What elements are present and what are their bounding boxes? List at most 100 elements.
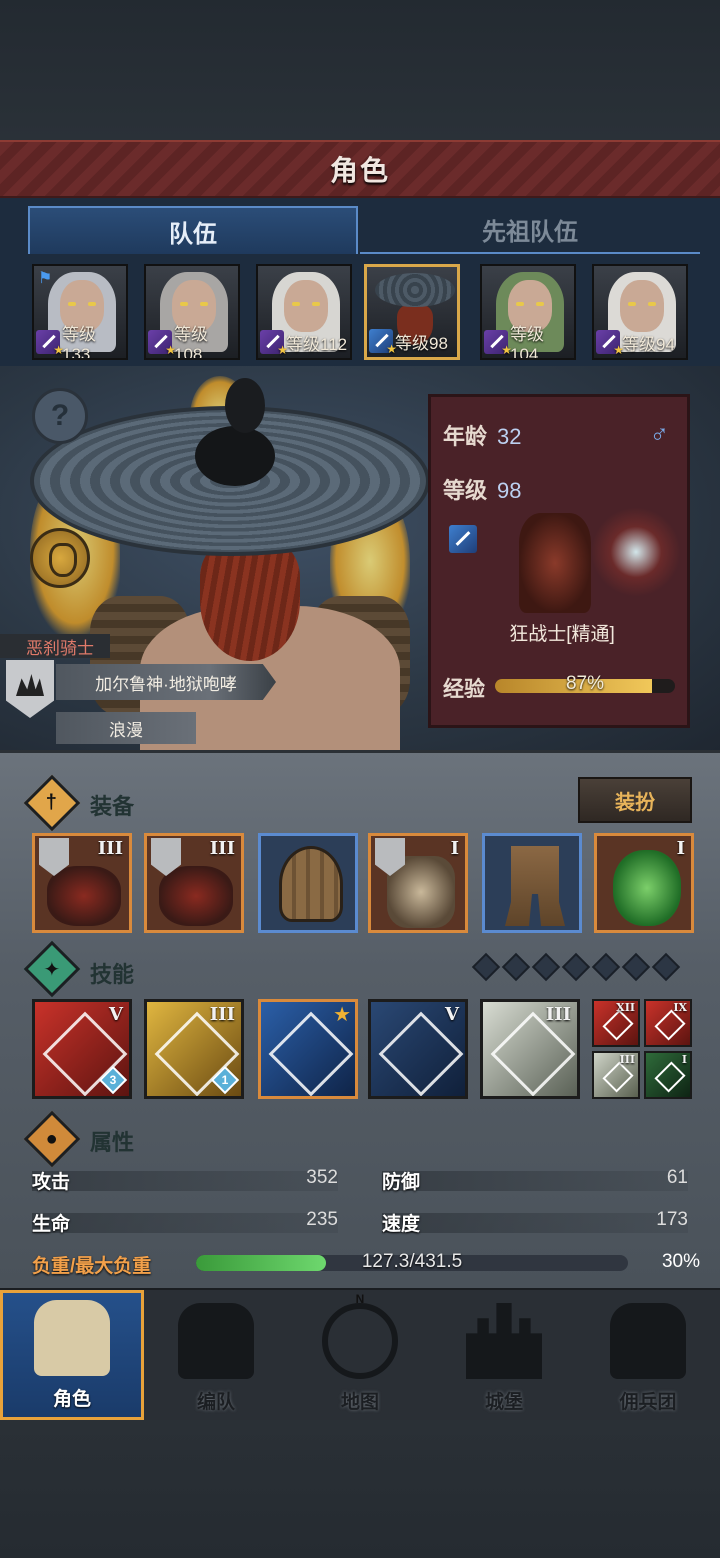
skill-slot-diamond (561, 952, 591, 982)
skill-tier: V (445, 1004, 459, 1025)
hero-card[interactable]: ★ 等级94 (592, 264, 688, 360)
passive-skill-icon (602, 1061, 634, 1093)
skill-tier: XII (616, 1001, 635, 1014)
dress-up-button[interactable]: 装扮 (578, 777, 692, 823)
class-weapon-glow (591, 507, 681, 597)
portrait-face (284, 280, 328, 332)
hero-title: 恶刹骑士 (0, 634, 110, 658)
skill-tier: III (619, 1053, 635, 1066)
mercenary-icon (610, 1303, 686, 1379)
nav-helmet[interactable]: 编队 (144, 1290, 288, 1420)
trait-secondary[interactable]: 浪漫 (56, 712, 196, 744)
hero-level: ★ 等级133 (36, 325, 124, 358)
attack-label: 攻击 (32, 1172, 71, 1193)
castle-icon (466, 1303, 542, 1379)
skills-title: 技能 (90, 962, 135, 987)
level-value: 98 (497, 478, 522, 503)
skill-slot[interactable]: III (480, 999, 580, 1099)
details-panel: † 装备 装扮 III III I I ✦ 技能 V 3 III 1 ★ V III XII IX II… (0, 750, 720, 1288)
hero-card[interactable]: ★ 等级104 (480, 264, 576, 360)
skill-slot-indicators (471, 952, 681, 982)
tab-bar: 队伍 先祖队伍 (0, 198, 720, 256)
age-value: 32 (497, 424, 522, 449)
skill-slot-diamond (651, 952, 681, 982)
passive-skill-icon (602, 1009, 634, 1041)
tab-party[interactable]: 队伍 (28, 206, 358, 254)
portrait-eye (516, 302, 524, 306)
tab-ancestor-party[interactable]: 先祖队伍 (360, 206, 700, 254)
compass-north-label: N (355, 1292, 365, 1306)
nav-label: 地图 (340, 1392, 379, 1413)
banner-emblem-icon[interactable] (6, 660, 54, 718)
star-icon: ★ (165, 343, 176, 357)
helm-icon (279, 846, 343, 922)
portrait-eye (292, 302, 300, 306)
hero-level: ★ 等级94 (596, 328, 684, 357)
equipment-slot-weapon[interactable]: III (144, 833, 244, 933)
skill-slot[interactable]: ★ (258, 999, 358, 1099)
star-icon: ★ (333, 1004, 351, 1026)
speed-label: 速度 (382, 1214, 421, 1235)
attributes-section-icon: ● (23, 1110, 81, 1168)
equipment-section-icon: † (23, 774, 81, 832)
passive-skill-slot[interactable]: IX (644, 999, 692, 1047)
hero-level-text: 等级98 (395, 333, 448, 353)
hero-level: ★ 等级104 (484, 325, 572, 358)
skill-slot-diamond (591, 952, 621, 982)
equipment-slot-helm[interactable] (258, 833, 358, 933)
portrait-face (620, 280, 664, 332)
equipment-slot-armor[interactable]: I (368, 833, 468, 933)
portrait-eye (68, 302, 76, 306)
defense-label: 防御 (382, 1172, 421, 1193)
skill-slot[interactable]: V (368, 999, 468, 1099)
star-icon: ★ (53, 343, 64, 357)
passive-skill-slot[interactable]: XII (592, 999, 640, 1047)
hero-card[interactable]: ★ 等级108 (144, 264, 240, 360)
skill-slot[interactable]: III 1 (144, 999, 244, 1099)
hero-beard (200, 541, 300, 661)
item-tier: III (209, 838, 235, 859)
skill-tier: V (109, 1004, 123, 1025)
bottom-backdrop (0, 1420, 720, 1558)
nav-label: 角色 (52, 1389, 91, 1410)
nav-castle[interactable]: 城堡 (432, 1290, 576, 1420)
hero-card[interactable]: ★ 等级112 (256, 264, 352, 360)
hero-level-text: 等级133 (62, 324, 96, 360)
load-label: 负重/最大负重 (32, 1256, 152, 1277)
bottom-nav: 角色 编队 N 地图 城堡 佣兵团 (0, 1288, 720, 1420)
equipment-slot-jade[interactable]: I (594, 833, 694, 933)
skills-section-icon: ✦ (23, 940, 81, 998)
attack-value: 352 (306, 1167, 338, 1188)
hero-card[interactable]: ★ 等级98 (364, 264, 460, 360)
skill-tier: III (545, 1004, 571, 1025)
equipment-slot-boots[interactable] (482, 833, 582, 933)
skill-slot[interactable]: V3 (32, 999, 132, 1099)
age-label: 年龄 (443, 424, 488, 449)
trait-primary[interactable]: 加尔鲁神·地狱咆哮 (56, 664, 276, 700)
equipment-slot-weapon[interactable]: III (32, 833, 132, 933)
item-tier: I (676, 838, 685, 859)
nav-compass-map[interactable]: N 地图 (288, 1290, 432, 1420)
portrait-eye (200, 302, 208, 306)
hero-scene: ? 恶刹骑士 加尔鲁神·地狱咆哮 浪漫 年龄 32 ♂ 等级 98 狂战士[精通] … (0, 366, 720, 750)
hero-card[interactable]: ⚑ ★ 等级133 (32, 264, 128, 360)
passive-skill-slot[interactable]: III (592, 1051, 640, 1099)
nav-knight[interactable]: 角色 (0, 1290, 144, 1420)
xp-label: 经验 (443, 678, 485, 701)
hp-label: 生命 (32, 1214, 71, 1235)
passive-skill-slot[interactable]: I (644, 1051, 692, 1099)
top-backdrop (0, 0, 720, 140)
attributes-title: 属性 (90, 1130, 135, 1155)
nav-label: 城堡 (484, 1392, 523, 1413)
title-bar: 角色 (0, 140, 720, 198)
portrait-hat (375, 273, 455, 307)
potion-button[interactable] (30, 528, 90, 588)
help-button[interactable]: ? (32, 388, 88, 444)
skill-tier: I (681, 1053, 687, 1066)
defense-value: 61 (666, 1167, 688, 1188)
nav-mercenary[interactable]: 佣兵团 (576, 1290, 720, 1420)
class-sword-icon: ★ (36, 330, 64, 357)
hero-topknot (225, 378, 265, 433)
question-icon: ? (50, 399, 70, 432)
nav-label: 佣兵团 (619, 1392, 677, 1413)
